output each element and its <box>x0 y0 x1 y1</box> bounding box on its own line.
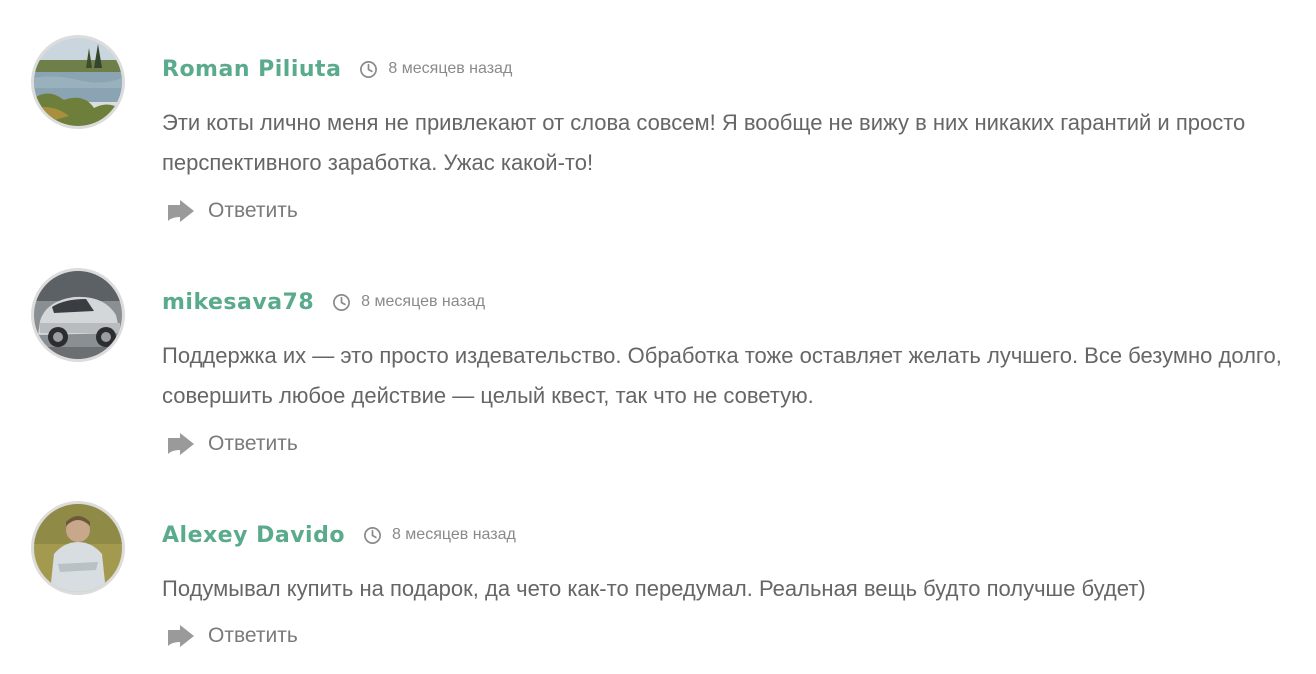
reply-arrow-icon <box>168 625 194 647</box>
avatar-person-image <box>34 504 122 592</box>
avatar-car-image <box>34 271 122 359</box>
comment-time-label: 8 месяцев назад <box>388 60 513 77</box>
clock-icon <box>333 293 351 311</box>
comment-time: 8 месяцев назад <box>332 293 485 312</box>
comment-text: Поддержка их — это просто издевательство… <box>162 343 1282 408</box>
avatar[interactable] <box>31 501 125 595</box>
comment-author[interactable]: Alexey Davido <box>162 523 345 548</box>
comment-meta: Roman Piliuta 8 месяцев назад <box>162 52 512 86</box>
clock-icon <box>360 60 378 78</box>
reply-button[interactable]: Ответить <box>166 199 298 223</box>
comment-time: 8 месяцев назад <box>359 60 512 79</box>
avatar[interactable] <box>31 35 125 129</box>
reply-arrow-icon <box>168 200 194 222</box>
comment-time-label: 8 месяцев назад <box>391 526 516 543</box>
reply-button[interactable]: Ответить <box>166 432 298 456</box>
comment-text: Эти коты лично меня не привлекают от сло… <box>162 110 1246 175</box>
comment-author[interactable]: Roman Piliuta <box>162 57 341 82</box>
comment-author[interactable]: mikesava78 <box>162 290 314 315</box>
comment-text: Подумывал купить на подарок, да чето как… <box>162 576 1146 601</box>
clock-icon <box>363 526 381 544</box>
reply-label: Ответить <box>208 432 298 455</box>
comment-meta: Alexey Davido 8 месяцев назад <box>162 518 516 552</box>
reply-button[interactable]: Ответить <box>166 624 298 648</box>
comment-time: 8 месяцев назад <box>363 526 516 545</box>
comment-time-label: 8 месяцев назад <box>361 293 486 310</box>
reply-label: Ответить <box>208 199 298 222</box>
comment-meta: mikesava78 8 месяцев назад <box>162 285 485 319</box>
reply-label: Ответить <box>208 624 298 647</box>
reply-arrow-icon <box>168 433 194 455</box>
avatar[interactable] <box>31 268 125 362</box>
avatar-landscape-image <box>34 38 122 126</box>
